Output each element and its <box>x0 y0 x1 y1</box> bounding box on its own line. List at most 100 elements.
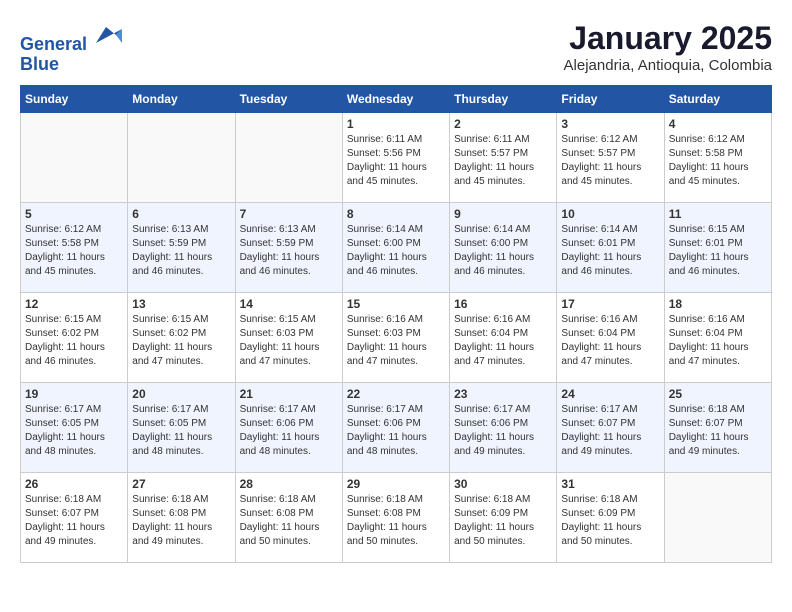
day-number: 8 <box>347 207 445 221</box>
title-block: January 2025 Alejandria, Antioquia, Colo… <box>564 20 772 74</box>
calendar-cell: 14 Sunrise: 6:15 AM Sunset: 6:03 PM Dayli… <box>235 292 342 382</box>
day-number: 24 <box>561 387 659 401</box>
calendar-cell <box>235 112 342 202</box>
cell-info: Sunrise: 6:18 AM Sunset: 6:08 PM Dayligh… <box>347 493 445 549</box>
day-number: 1 <box>347 117 445 131</box>
calendar-week-5: 26 Sunrise: 6:18 AM Sunset: 6:07 PM Dayli… <box>21 472 772 562</box>
calendar-cell: 23 Sunrise: 6:17 AM Sunset: 6:06 PM Dayli… <box>450 382 557 472</box>
day-number: 26 <box>25 477 123 491</box>
cell-info: Sunrise: 6:18 AM Sunset: 6:09 PM Dayligh… <box>454 493 552 549</box>
day-number: 20 <box>132 387 230 401</box>
calendar-cell: 3 Sunrise: 6:12 AM Sunset: 5:57 PM Daylig… <box>557 112 664 202</box>
cell-info: Sunrise: 6:17 AM Sunset: 6:05 PM Dayligh… <box>25 403 123 459</box>
calendar-cell: 27 Sunrise: 6:18 AM Sunset: 6:08 PM Dayli… <box>128 472 235 562</box>
calendar-cell: 13Sunrise: 6:15 AM Sunset: 6:02 PM Dayli… <box>128 292 235 382</box>
day-number: 5 <box>25 207 123 221</box>
cell-info: Sunrise: 6:14 AM Sunset: 6:01 PM Dayligh… <box>561 223 659 279</box>
cell-info: Sunrise: 6:17 AM Sunset: 6:05 PM Dayligh… <box>132 403 230 459</box>
day-number: 25 <box>669 387 767 401</box>
day-number: 3 <box>561 117 659 131</box>
day-number: 19 <box>25 387 123 401</box>
calendar-cell: 24 Sunrise: 6:17 AM Sunset: 6:07 PM Dayli… <box>557 382 664 472</box>
calendar-cell: 15Sunrise: 6:16 AM Sunset: 6:03 PM Dayli… <box>342 292 449 382</box>
day-number: 22 <box>347 387 445 401</box>
cell-info: Sunrise: 6:17 AM Sunset: 6:06 PM Dayligh… <box>347 403 445 459</box>
cell-info: Sunrise: 6:16 AM Sunset: 6:04 PM Dayligh… <box>669 313 767 369</box>
calendar-cell: 30 Sunrise: 6:18 AM Sunset: 6:09 PM Dayli… <box>450 472 557 562</box>
cell-info: Sunrise: 6:15 AM Sunset: 6:03 PM Dayligh… <box>240 313 338 369</box>
weekday-header-sunday: Sunday <box>21 85 128 112</box>
calendar-cell: 5Sunrise: 6:12 AM Sunset: 5:58 PM Daylig… <box>21 202 128 292</box>
calendar-cell: 4Sunrise: 6:12 AM Sunset: 5:58 PM Daylig… <box>664 112 771 202</box>
calendar-subtitle: Alejandria, Antioquia, Colombia <box>564 57 772 74</box>
calendar-table: SundayMondayTuesdayWednesdayThursdayFrid… <box>20 85 772 563</box>
cell-info: Sunrise: 6:18 AM Sunset: 6:09 PM Dayligh… <box>561 493 659 549</box>
weekday-header-friday: Friday <box>557 85 664 112</box>
day-number: 6 <box>132 207 230 221</box>
calendar-cell: 9Sunrise: 6:14 AM Sunset: 6:00 PM Daylig… <box>450 202 557 292</box>
cell-info: Sunrise: 6:17 AM Sunset: 6:06 PM Dayligh… <box>454 403 552 459</box>
cell-info: Sunrise: 6:17 AM Sunset: 6:07 PM Dayligh… <box>561 403 659 459</box>
day-number: 13 <box>132 297 230 311</box>
cell-info: Sunrise: 6:18 AM Sunset: 6:08 PM Dayligh… <box>132 493 230 549</box>
day-number: 29 <box>347 477 445 491</box>
day-number: 23 <box>454 387 552 401</box>
day-number: 7 <box>240 207 338 221</box>
cell-info: Sunrise: 6:12 AM Sunset: 5:57 PM Dayligh… <box>561 133 659 189</box>
calendar-cell: 1 Sunrise: 6:11 AM Sunset: 5:56 PM Daylig… <box>342 112 449 202</box>
day-number: 10 <box>561 207 659 221</box>
calendar-cell: 7Sunrise: 6:13 AM Sunset: 5:59 PM Daylig… <box>235 202 342 292</box>
day-number: 14 <box>240 297 338 311</box>
calendar-cell <box>128 112 235 202</box>
calendar-cell: 31 Sunrise: 6:18 AM Sunset: 6:09 PM Dayli… <box>557 472 664 562</box>
calendar-cell: 11 Sunrise: 6:15 AM Sunset: 6:01 PM Dayli… <box>664 202 771 292</box>
calendar-cell: 17 Sunrise: 6:16 AM Sunset: 6:04 PM Dayli… <box>557 292 664 382</box>
calendar-cell <box>664 472 771 562</box>
day-number: 30 <box>454 477 552 491</box>
cell-info: Sunrise: 6:11 AM Sunset: 5:56 PM Dayligh… <box>347 133 445 189</box>
cell-info: Sunrise: 6:18 AM Sunset: 6:08 PM Dayligh… <box>240 493 338 549</box>
calendar-cell: 20 Sunrise: 6:17 AM Sunset: 6:05 PM Dayli… <box>128 382 235 472</box>
cell-info: Sunrise: 6:14 AM Sunset: 6:00 PM Dayligh… <box>347 223 445 279</box>
day-number: 9 <box>454 207 552 221</box>
cell-info: Sunrise: 6:12 AM Sunset: 5:58 PM Dayligh… <box>669 133 767 189</box>
day-number: 11 <box>669 207 767 221</box>
calendar-title: January 2025 <box>564 20 772 57</box>
day-number: 17 <box>561 297 659 311</box>
page-header: General Blue January 2025 Alejandria, An… <box>20 20 772 75</box>
calendar-week-1: 1 Sunrise: 6:11 AM Sunset: 5:56 PM Daylig… <box>21 112 772 202</box>
calendar-cell: 22 Sunrise: 6:17 AM Sunset: 6:06 PM Dayli… <box>342 382 449 472</box>
day-number: 27 <box>132 477 230 491</box>
calendar-cell: 6 Sunrise: 6:13 AM Sunset: 5:59 PM Daylig… <box>128 202 235 292</box>
calendar-cell: 26 Sunrise: 6:18 AM Sunset: 6:07 PM Dayli… <box>21 472 128 562</box>
cell-info: Sunrise: 6:11 AM Sunset: 5:57 PM Dayligh… <box>454 133 552 189</box>
calendar-cell: 12Sunrise: 6:15 AM Sunset: 6:02 PM Dayli… <box>21 292 128 382</box>
weekday-header-wednesday: Wednesday <box>342 85 449 112</box>
calendar-cell: 8 Sunrise: 6:14 AM Sunset: 6:00 PM Daylig… <box>342 202 449 292</box>
day-number: 31 <box>561 477 659 491</box>
cell-info: Sunrise: 6:17 AM Sunset: 6:06 PM Dayligh… <box>240 403 338 459</box>
calendar-cell: 18 Sunrise: 6:16 AM Sunset: 6:04 PM Dayli… <box>664 292 771 382</box>
logo-icon <box>94 20 124 50</box>
weekday-header-tuesday: Tuesday <box>235 85 342 112</box>
day-number: 28 <box>240 477 338 491</box>
cell-info: Sunrise: 6:13 AM Sunset: 5:59 PM Dayligh… <box>132 223 230 279</box>
cell-info: Sunrise: 6:18 AM Sunset: 6:07 PM Dayligh… <box>669 403 767 459</box>
calendar-cell: 21Sunrise: 6:17 AM Sunset: 6:06 PM Dayli… <box>235 382 342 472</box>
calendar-cell: 19 Sunrise: 6:17 AM Sunset: 6:05 PM Dayli… <box>21 382 128 472</box>
day-number: 18 <box>669 297 767 311</box>
logo-blue: Blue <box>20 54 59 74</box>
calendar-cell <box>21 112 128 202</box>
calendar-week-3: 12Sunrise: 6:15 AM Sunset: 6:02 PM Dayli… <box>21 292 772 382</box>
weekday-header-monday: Monday <box>128 85 235 112</box>
weekday-header-thursday: Thursday <box>450 85 557 112</box>
cell-info: Sunrise: 6:15 AM Sunset: 6:01 PM Dayligh… <box>669 223 767 279</box>
calendar-cell: 16Sunrise: 6:16 AM Sunset: 6:04 PM Dayli… <box>450 292 557 382</box>
weekday-header-saturday: Saturday <box>664 85 771 112</box>
cell-info: Sunrise: 6:16 AM Sunset: 6:04 PM Dayligh… <box>454 313 552 369</box>
day-number: 12 <box>25 297 123 311</box>
cell-info: Sunrise: 6:16 AM Sunset: 6:04 PM Dayligh… <box>561 313 659 369</box>
logo-general: General <box>20 34 87 54</box>
cell-info: Sunrise: 6:18 AM Sunset: 6:07 PM Dayligh… <box>25 493 123 549</box>
cell-info: Sunrise: 6:16 AM Sunset: 6:03 PM Dayligh… <box>347 313 445 369</box>
